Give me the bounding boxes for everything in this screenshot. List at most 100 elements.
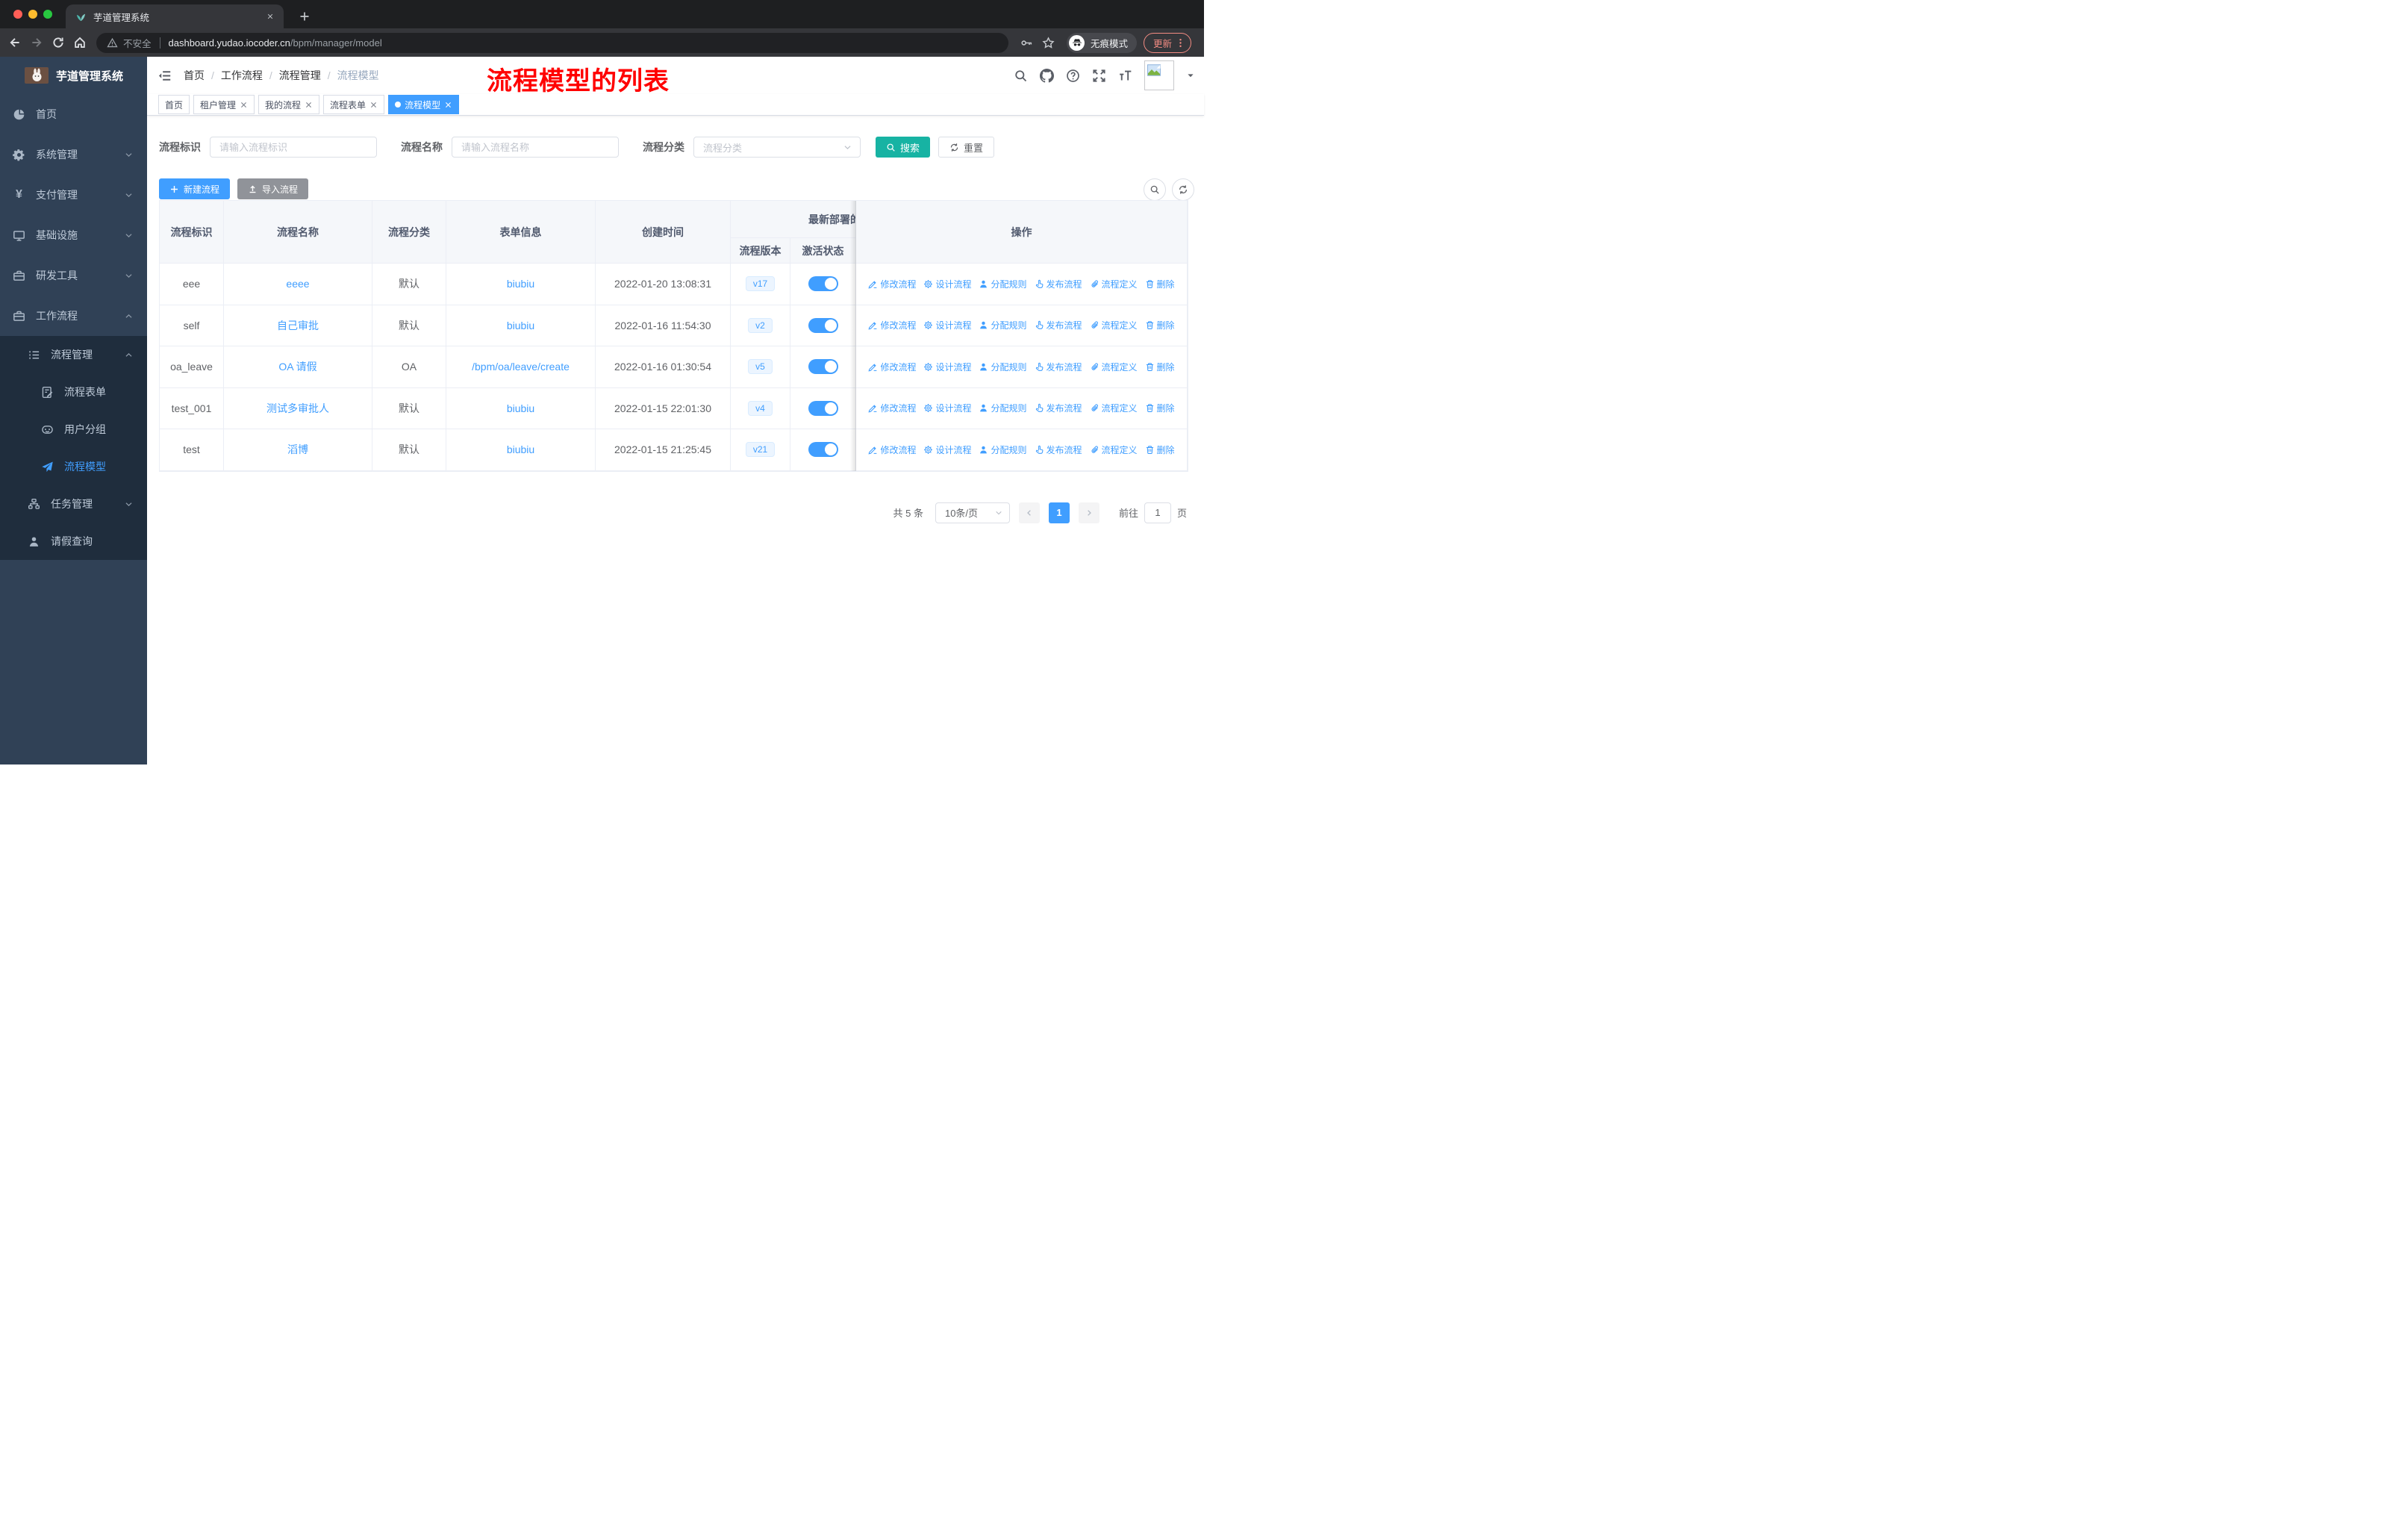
- window-minimize-button[interactable]: [28, 10, 37, 19]
- tag-process-model[interactable]: 流程模型: [388, 95, 460, 114]
- close-icon[interactable]: [444, 101, 452, 109]
- sidebar-item-workflow[interactable]: 工作流程: [0, 296, 147, 336]
- publish-process-link[interactable]: 发布流程: [1035, 443, 1082, 456]
- create-process-button[interactable]: 新建流程: [159, 178, 231, 199]
- process-definition-link[interactable]: 流程定义: [1090, 319, 1138, 331]
- design-process-link[interactable]: 设计流程: [923, 278, 971, 290]
- active-toggle[interactable]: [808, 400, 838, 416]
- assign-rule-link[interactable]: 分配规则: [979, 402, 1027, 414]
- forward-icon[interactable]: [30, 36, 43, 49]
- modify-process-link[interactable]: 修改流程: [868, 278, 916, 290]
- app-logo[interactable]: 芋道管理系统: [0, 57, 147, 94]
- breadcrumb-process-management[interactable]: 流程管理: [279, 68, 321, 83]
- delete-link[interactable]: 删除: [1145, 278, 1175, 290]
- breadcrumb-workflow[interactable]: 工作流程: [221, 68, 263, 83]
- goto-page-input[interactable]: [1144, 502, 1171, 523]
- publish-process-link[interactable]: 发布流程: [1035, 278, 1082, 290]
- publish-process-link[interactable]: 发布流程: [1035, 361, 1082, 373]
- reset-button[interactable]: 重置: [938, 137, 995, 158]
- form-info-link[interactable]: /bpm/oa/leave/create: [472, 361, 570, 373]
- process-category-select[interactable]: 流程分类: [693, 137, 861, 158]
- delete-link[interactable]: 删除: [1145, 402, 1175, 414]
- search-button[interactable]: 搜索: [876, 137, 931, 158]
- new-tab-button[interactable]: [294, 6, 315, 27]
- refresh-table-button[interactable]: [1172, 178, 1194, 201]
- assign-rule-link[interactable]: 分配规则: [979, 319, 1027, 331]
- design-process-link[interactable]: 设计流程: [923, 361, 971, 373]
- tag-tenant[interactable]: 租户管理: [193, 95, 255, 114]
- avatar[interactable]: [1144, 60, 1174, 90]
- sidebar-item-payment[interactable]: ¥ 支付管理: [0, 175, 147, 215]
- tag-process-form[interactable]: 流程表单: [323, 95, 385, 114]
- chrome-update-button[interactable]: 更新: [1144, 32, 1192, 53]
- sidebar-item-user-group[interactable]: 用户分组: [0, 411, 147, 448]
- home-icon[interactable]: [73, 36, 87, 49]
- modify-process-link[interactable]: 修改流程: [868, 402, 916, 414]
- import-process-button[interactable]: 导入流程: [237, 178, 309, 199]
- process-name-link[interactable]: OA 请假: [278, 359, 316, 374]
- process-name-link[interactable]: 测试多审批人: [266, 401, 329, 416]
- delete-link[interactable]: 删除: [1145, 319, 1175, 331]
- sidebar-collapse-icon[interactable]: [157, 69, 172, 83]
- github-icon[interactable]: [1040, 69, 1054, 83]
- design-process-link[interactable]: 设计流程: [923, 443, 971, 456]
- process-definition-link[interactable]: 流程定义: [1090, 443, 1138, 456]
- design-process-link[interactable]: 设计流程: [923, 402, 971, 414]
- process-definition-link[interactable]: 流程定义: [1090, 361, 1138, 373]
- assign-rule-link[interactable]: 分配规则: [979, 361, 1027, 373]
- back-icon[interactable]: [8, 36, 22, 49]
- font-size-icon[interactable]: [1118, 69, 1132, 83]
- delete-link[interactable]: 删除: [1145, 443, 1175, 456]
- prev-page-button[interactable]: [1018, 502, 1040, 523]
- breadcrumb-home[interactable]: 首页: [184, 68, 205, 83]
- process-definition-link[interactable]: 流程定义: [1090, 278, 1138, 290]
- sidebar-item-devtools[interactable]: 研发工具: [0, 255, 147, 296]
- publish-process-link[interactable]: 发布流程: [1035, 319, 1082, 331]
- sidebar-item-infra[interactable]: 基础设施: [0, 215, 147, 255]
- browser-menu-icon[interactable]: [1175, 37, 1186, 49]
- modify-process-link[interactable]: 修改流程: [868, 319, 916, 331]
- key-icon[interactable]: [1020, 37, 1033, 49]
- hide-search-button[interactable]: [1144, 178, 1166, 201]
- process-name-link[interactable]: 自己审批: [277, 318, 319, 333]
- process-name-link[interactable]: 滔博: [287, 442, 308, 457]
- active-toggle[interactable]: [808, 276, 838, 292]
- modify-process-link[interactable]: 修改流程: [868, 443, 916, 456]
- tab-close-icon[interactable]: [264, 10, 276, 22]
- page-size-select[interactable]: 10条/页: [935, 502, 1010, 523]
- active-toggle[interactable]: [808, 317, 838, 333]
- publish-process-link[interactable]: 发布流程: [1035, 402, 1082, 414]
- assign-rule-link[interactable]: 分配规则: [979, 278, 1027, 290]
- next-page-button[interactable]: [1078, 502, 1099, 523]
- search-icon[interactable]: [1014, 69, 1028, 83]
- process-name-link[interactable]: eeee: [286, 278, 309, 290]
- process-definition-link[interactable]: 流程定义: [1090, 402, 1138, 414]
- active-toggle[interactable]: [808, 442, 838, 458]
- window-zoom-button[interactable]: [43, 10, 52, 19]
- sidebar-item-home[interactable]: 首页: [0, 94, 147, 134]
- browser-tab[interactable]: 芋道管理系统: [66, 4, 284, 28]
- help-icon[interactable]: [1066, 69, 1080, 83]
- active-toggle[interactable]: [808, 359, 838, 375]
- close-icon[interactable]: [369, 101, 378, 109]
- modify-process-link[interactable]: 修改流程: [868, 361, 916, 373]
- window-close-button[interactable]: [13, 10, 22, 19]
- sidebar-item-process-management[interactable]: 流程管理: [0, 336, 147, 373]
- sidebar-item-process-model[interactable]: 流程模型: [0, 448, 147, 485]
- close-icon[interactable]: [240, 101, 248, 109]
- page-number-current[interactable]: 1: [1048, 502, 1070, 523]
- sidebar-item-system[interactable]: 系统管理: [0, 134, 147, 175]
- form-info-link[interactable]: biubiu: [507, 278, 534, 290]
- avatar-caret-icon[interactable]: [1186, 71, 1195, 80]
- form-info-link[interactable]: biubiu: [507, 402, 534, 414]
- bookmark-star-icon[interactable]: [1042, 37, 1055, 49]
- form-info-link[interactable]: biubiu: [507, 443, 534, 455]
- sidebar-item-leave-query[interactable]: 请假查询: [0, 523, 147, 560]
- sidebar-item-task-management[interactable]: 任务管理: [0, 485, 147, 523]
- process-name-input[interactable]: [452, 137, 619, 158]
- reload-icon[interactable]: [52, 36, 65, 49]
- assign-rule-link[interactable]: 分配规则: [979, 443, 1027, 456]
- tag-home[interactable]: 首页: [158, 95, 190, 114]
- fullscreen-icon[interactable]: [1092, 69, 1106, 83]
- design-process-link[interactable]: 设计流程: [923, 319, 971, 331]
